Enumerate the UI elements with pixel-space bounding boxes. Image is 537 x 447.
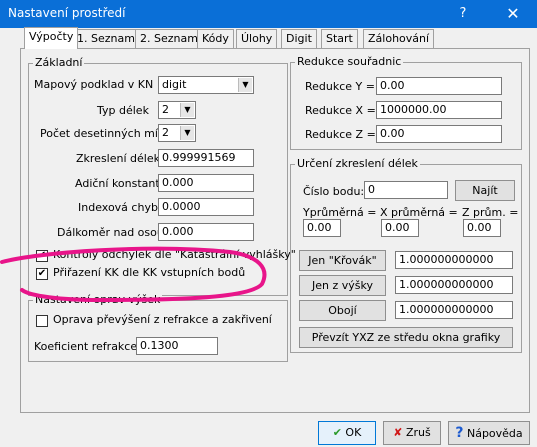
settings-dialog: Nastavení prostředí ? ✕ Výpočty 1. Sezna… — [0, 0, 537, 447]
highlight-annotation — [0, 246, 267, 303]
tab-vypocty[interactable]: Výpočty — [24, 27, 79, 49]
